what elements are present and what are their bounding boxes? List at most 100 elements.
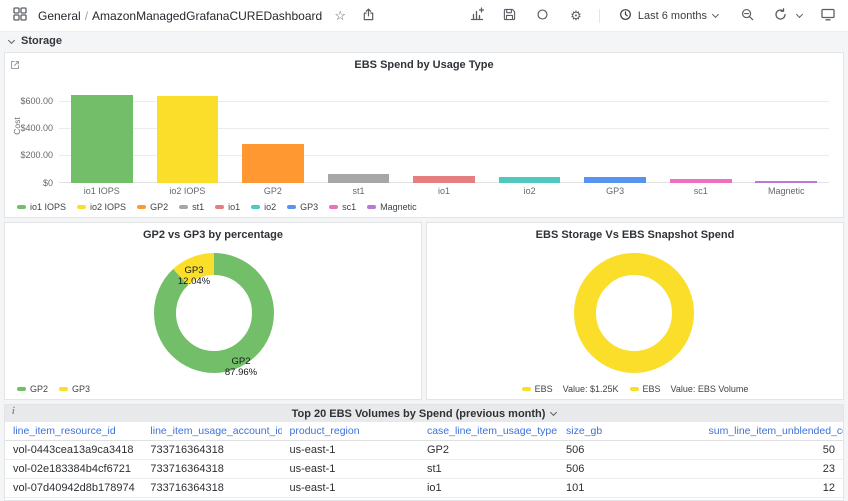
legend-item[interactable]: io2: [251, 202, 276, 212]
apps-menu-button[interactable]: [10, 6, 30, 26]
panel-title[interactable]: Top 20 EBS Volumes by Spend (previous mo…: [292, 408, 546, 420]
dashboard-settings-button[interactable]: ⚙: [566, 6, 586, 26]
table-cell: st1: [419, 460, 558, 479]
table-cell: 50: [700, 441, 843, 460]
legend-item[interactable]: GP3: [59, 384, 90, 394]
legend-item[interactable]: GP2: [137, 202, 168, 212]
legend-label: io2 IOPS: [90, 202, 126, 212]
x-axis-label: io2: [487, 186, 573, 196]
legend-marker: [287, 205, 296, 209]
legend-label: Magnetic: [380, 202, 417, 212]
table-cell: 101: [558, 479, 700, 498]
donut2-legend: EBS Value: $1.25K EBSValue: EBS Volume: [427, 384, 843, 394]
legend-label: io1: [228, 202, 240, 212]
chevron-down-icon: [712, 11, 719, 18]
dashboard-row-storage[interactable]: Storage: [0, 32, 848, 50]
table-cell: vol-0443cea13a9ca3418: [5, 441, 142, 460]
monitor-icon: [821, 8, 835, 24]
legend-marker: [59, 387, 68, 391]
breadcrumb-dashboard-title[interactable]: AmazonManagedGrafanaCUREDashboard: [92, 9, 322, 23]
table-cell: us-east-1: [282, 460, 419, 479]
panel-title[interactable]: GP2 vs GP3 by percentage: [5, 229, 421, 241]
y-axis-tick-label: $200.00: [11, 150, 53, 160]
table-row: vol-02e183384b4cf6721733716364318us-east…: [5, 460, 843, 479]
column-header-size_gb[interactable]: size_gb: [558, 422, 700, 441]
bar-gp3: [584, 177, 646, 183]
legend-label: GP3: [300, 202, 318, 212]
legend-marker: [77, 205, 86, 209]
legend-label: GP2: [150, 202, 168, 212]
column-header-line_item_resource_id[interactable]: line_item_resource_id: [5, 422, 142, 441]
time-range-picker[interactable]: Last 6 months: [613, 7, 724, 25]
table-cell: 12: [700, 479, 843, 498]
legend-item[interactable]: GP3: [287, 202, 318, 212]
legend-label: EBS: [643, 384, 661, 394]
refresh-interval-dropdown[interactable]: [793, 6, 805, 26]
legend-item[interactable]: sc1: [329, 202, 356, 212]
legend-item[interactable]: GP2: [17, 384, 48, 394]
apps-grid-icon: [13, 7, 27, 24]
legend-marker: [179, 205, 188, 209]
chevron-down-icon: [795, 11, 802, 18]
table-cell: us-east-1: [282, 441, 419, 460]
circle-icon: [536, 8, 549, 24]
donut1-legend: GP2 GP3: [17, 384, 90, 394]
table-row: vol-0443cea13a9ca3418733716364318us-east…: [5, 441, 843, 460]
slice-percent: 12.04%: [178, 276, 210, 287]
add-panel-button[interactable]: [467, 6, 487, 26]
save-dashboard-button[interactable]: [500, 6, 520, 26]
bar-plot: $600.00$400.00$200.00$0: [59, 88, 829, 183]
legend-item[interactable]: st1: [179, 202, 204, 212]
table-cell: 733716364318: [142, 479, 281, 498]
save-icon: [503, 8, 516, 24]
toolbar-right: ⚙ Last 6 months: [467, 6, 838, 26]
column-header-sum_line_item_unblended_cost[interactable]: sum_line_item_unblended_cost: [700, 422, 843, 441]
column-header-case_line_item_usage_type[interactable]: case_line_item_usage_type: [419, 422, 558, 441]
donut1-svg: [149, 248, 279, 378]
panel-title[interactable]: EBS Storage Vs EBS Snapshot Spend: [427, 229, 843, 241]
chevron-down-icon: [8, 36, 15, 43]
panel-top-20-ebs-volumes: i Top 20 EBS Volumes by Spend (previous …: [4, 404, 844, 501]
legend-item[interactable]: EBS Value: $1.25K: [522, 384, 619, 394]
breadcrumb-folder[interactable]: General: [38, 9, 81, 23]
star-dashboard-button[interactable]: ☆: [330, 6, 350, 26]
legend-item[interactable]: io2 IOPS: [77, 202, 126, 212]
column-header-line_item_usage_account_id[interactable]: line_item_usage_account_id: [142, 422, 281, 441]
star-icon: ☆: [334, 8, 346, 24]
table-panel-header[interactable]: i Top 20 EBS Volumes by Spend (previous …: [5, 405, 843, 422]
legend-marker: [17, 387, 26, 391]
panel-links-icon[interactable]: [10, 57, 20, 75]
breadcrumb-separator: /: [85, 9, 88, 23]
legend-item[interactable]: EBSValue: EBS Volume: [630, 384, 749, 394]
y-axis-tick-label: $0: [11, 178, 53, 188]
legend-value: Value: $1.25K: [563, 384, 619, 394]
table-cell: vol-02e183384b4cf6721: [5, 460, 142, 479]
legend-item[interactable]: io1 IOPS: [17, 202, 66, 212]
refresh-button[interactable]: [770, 6, 790, 26]
panel-info-icon[interactable]: i: [12, 406, 15, 417]
kiosk-mode-button[interactable]: [818, 6, 838, 26]
table-cell: 733716364318: [142, 460, 281, 479]
bar-io2: [499, 177, 561, 183]
share-dashboard-button[interactable]: [358, 6, 378, 26]
table-header-row: line_item_resource_idline_item_usage_acc…: [5, 422, 843, 441]
legend-marker: [17, 205, 26, 209]
legend-item[interactable]: Magnetic: [367, 202, 417, 212]
dashboard-insights-button[interactable]: [533, 6, 553, 26]
time-range-label: Last 6 months: [638, 10, 707, 22]
toolbar-divider: [599, 9, 600, 23]
legend-item[interactable]: io1: [215, 202, 240, 212]
legend-marker: [215, 205, 224, 209]
bar-io1: [413, 176, 475, 183]
table-cell: 506: [558, 441, 700, 460]
bar-category: [658, 179, 744, 183]
column-header-product_region[interactable]: product_region: [282, 422, 419, 441]
clock-icon: [619, 8, 632, 24]
slice-percent: 87.96%: [225, 367, 257, 378]
x-axis-label: io1 IOPS: [59, 186, 145, 196]
bar-category: [572, 177, 658, 183]
legend-label: EBS: [535, 384, 553, 394]
zoom-out-button[interactable]: [737, 6, 757, 26]
panel-title[interactable]: EBS Spend by Usage Type: [5, 59, 843, 71]
table-body: vol-0443cea13a9ca3418733716364318us-east…: [5, 441, 843, 498]
